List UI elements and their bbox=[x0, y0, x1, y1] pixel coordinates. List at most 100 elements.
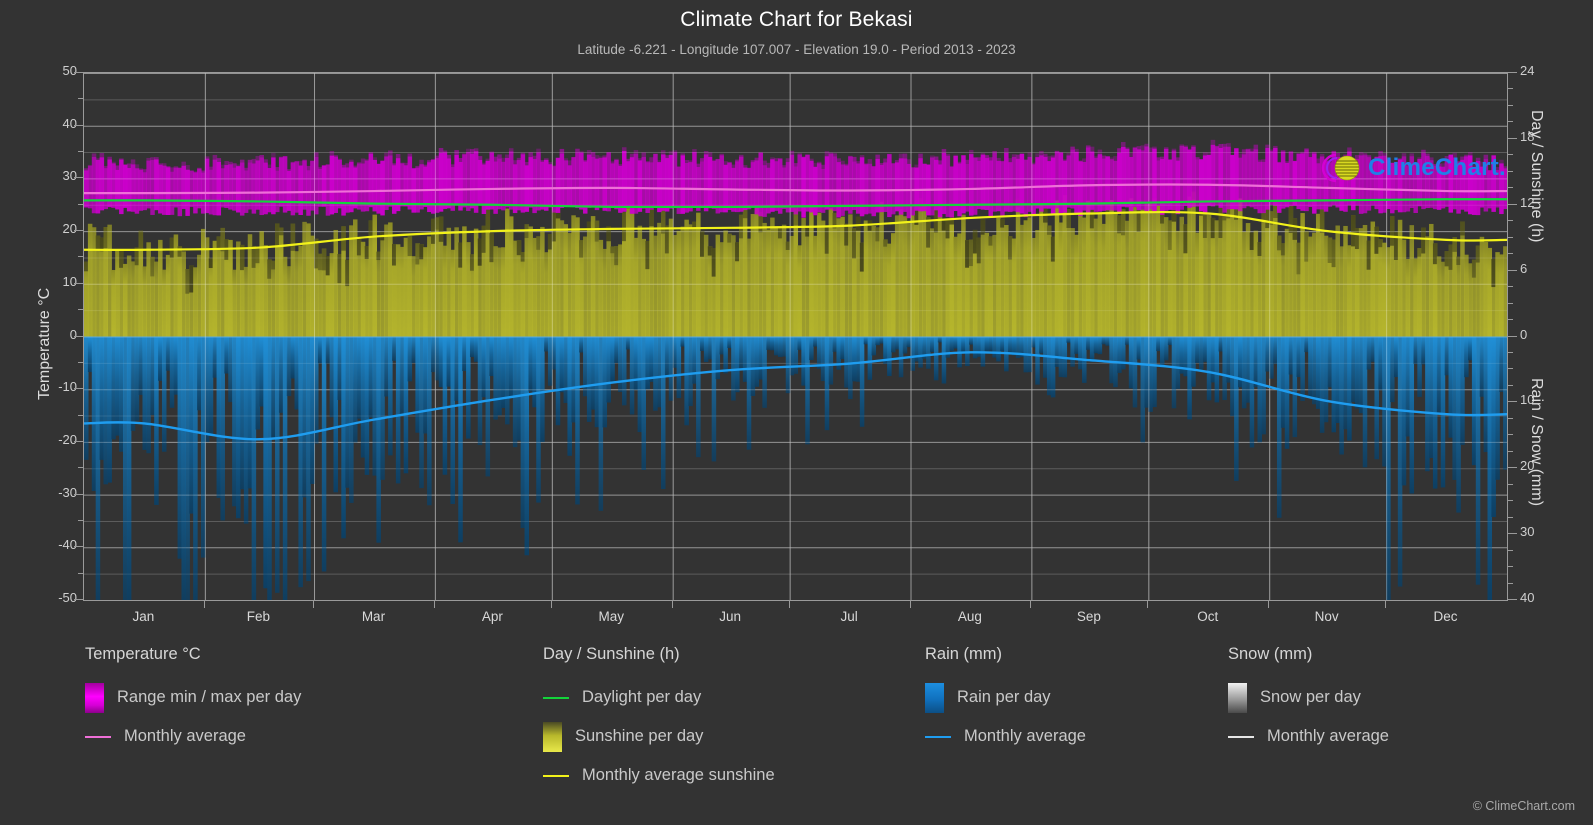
axis-tickmark bbox=[909, 601, 911, 608]
legend-item-label: Monthly average bbox=[964, 727, 1086, 745]
axis-tickmark bbox=[1508, 516, 1513, 518]
axis-tickmark bbox=[1268, 601, 1270, 608]
axis-tickmark bbox=[1508, 236, 1513, 238]
axis-tickmark bbox=[78, 203, 83, 205]
axis-tickmark bbox=[74, 546, 83, 548]
x-tick-oct: Oct bbox=[1197, 609, 1219, 624]
left-tick-10: 10 bbox=[62, 273, 77, 289]
page-subtitle: Latitude -6.221 - Longitude 107.007 - El… bbox=[577, 42, 1016, 57]
x-tick-feb: Feb bbox=[246, 609, 271, 624]
legend-swatch-line-icon bbox=[85, 735, 111, 738]
axis-tickmark bbox=[1508, 72, 1517, 73]
legend-item[interactable]: Sunshine per day bbox=[543, 717, 775, 756]
axis-tickmark bbox=[74, 282, 83, 284]
axis-tickmark bbox=[1508, 302, 1513, 304]
legend-item-label: Monthly average bbox=[1267, 727, 1389, 745]
axis-tickmark bbox=[1508, 450, 1513, 452]
axis-tickmark bbox=[74, 493, 83, 495]
axis-tickmark bbox=[1508, 549, 1513, 551]
legend-swatch-gradient-icon bbox=[85, 682, 104, 713]
right-tick-day-0: 0 bbox=[1520, 326, 1528, 342]
chart-canvas bbox=[84, 73, 1507, 600]
axis-tickmark bbox=[1508, 500, 1513, 502]
legend-swatch-line-icon bbox=[925, 735, 951, 738]
axis-tickmark bbox=[550, 601, 552, 608]
legend-item[interactable]: Range min / max per day bbox=[85, 678, 301, 717]
legend-item-label: Sunshine per day bbox=[575, 727, 704, 745]
axis-tickmark bbox=[1508, 137, 1517, 139]
x-tick-dec: Dec bbox=[1433, 609, 1458, 624]
x-tick-jan: Jan bbox=[132, 609, 155, 624]
legend-item[interactable]: Daylight per day bbox=[543, 678, 775, 717]
left-tick-30: 30 bbox=[62, 168, 77, 184]
axis-tickmark bbox=[78, 414, 83, 416]
legend-item[interactable]: Monthly average bbox=[925, 717, 1086, 756]
axis-tickmark bbox=[203, 601, 205, 608]
axis-tickmark bbox=[671, 601, 673, 608]
axis-tickmark bbox=[1030, 601, 1032, 608]
axis-tickmark bbox=[1508, 533, 1517, 535]
axis-tickmark bbox=[1508, 434, 1513, 436]
axis-tickmark bbox=[74, 230, 83, 232]
axis-tickmark bbox=[1508, 104, 1513, 106]
legend-column-title: Temperature °C bbox=[85, 645, 201, 663]
x-tick-nov: Nov bbox=[1314, 609, 1339, 624]
axis-tickmark bbox=[74, 440, 83, 442]
legend-item[interactable]: Monthly average sunshine bbox=[543, 756, 775, 795]
legend-item[interactable]: Monthly average bbox=[85, 717, 301, 756]
left-tick--50: -50 bbox=[58, 590, 77, 605]
legend-swatch-gradient-icon bbox=[925, 682, 944, 713]
right-tick-day-6: 6 bbox=[1520, 260, 1528, 276]
left-tick--20: -20 bbox=[58, 431, 77, 447]
axis-tickmark bbox=[1508, 286, 1513, 288]
chart-plot-area: ClimeChart.com Cl bbox=[83, 72, 1508, 601]
axis-tickmark bbox=[1508, 582, 1513, 584]
x-tick-sep: Sep bbox=[1076, 609, 1101, 624]
axis-tickmark bbox=[788, 601, 790, 608]
axis-tickmark bbox=[78, 151, 83, 153]
axis-tickmark bbox=[74, 599, 83, 600]
axis-tickmark bbox=[74, 335, 83, 337]
axis-tickmark bbox=[1147, 601, 1149, 608]
axis-tickmark bbox=[1508, 483, 1513, 485]
right-tick-rain-30: 30 bbox=[1520, 524, 1535, 540]
watermark-logo-top: ClimeChart.com bbox=[1316, 151, 1507, 185]
axis-tickmark bbox=[1508, 335, 1517, 337]
axis-tickmark bbox=[1508, 566, 1513, 568]
legend-column-snow-mm: Snow (mm) Snow per day Monthly average bbox=[1228, 645, 1389, 756]
axis-tickmark bbox=[1508, 417, 1513, 419]
legend-item-label: Daylight per day bbox=[582, 688, 702, 706]
axis-tickmark bbox=[313, 601, 315, 608]
axis-tickmark bbox=[74, 177, 83, 179]
axis-tickmark bbox=[1508, 467, 1517, 469]
legend-item[interactable]: Monthly average bbox=[1228, 717, 1389, 756]
legend-item[interactable]: Snow per day bbox=[1228, 678, 1389, 717]
axis-tickmark bbox=[1508, 121, 1513, 123]
x-tick-aug: Aug bbox=[957, 609, 982, 624]
left-axis-title: Temperature °C bbox=[36, 287, 53, 400]
legend-swatch-gradient-icon bbox=[543, 721, 562, 752]
right-tick-day-24: 24 bbox=[1520, 63, 1535, 78]
axis-tickmark bbox=[74, 124, 83, 126]
legend-item[interactable]: Rain per day bbox=[925, 678, 1086, 717]
axis-tickmark bbox=[74, 388, 83, 390]
legend-column-day-sunshine-h: Day / Sunshine (h) Daylight per day Sunshi… bbox=[543, 645, 775, 795]
axis-tickmark bbox=[1508, 368, 1513, 370]
x-tick-mar: Mar bbox=[361, 609, 386, 624]
axis-tickmark bbox=[1508, 154, 1513, 156]
legend-swatch-line-icon bbox=[543, 696, 569, 699]
axis-tickmark bbox=[1508, 401, 1517, 403]
gridlines-overlay bbox=[84, 73, 1507, 600]
right-axis-title-rain-snow: Rain / Snow (mm) bbox=[1528, 378, 1545, 507]
axis-tickmark bbox=[1508, 187, 1513, 189]
axis-tickmark bbox=[78, 519, 83, 521]
copyright-notice: © ClimeChart.com bbox=[1472, 799, 1575, 813]
axis-tickmark bbox=[78, 309, 83, 311]
chart-legend: Temperature °C Range min / max per day Mon… bbox=[0, 645, 1593, 815]
axis-tickmark bbox=[74, 72, 83, 73]
legend-item-label: Monthly average sunshine bbox=[582, 766, 775, 784]
left-tick-50: 50 bbox=[62, 63, 77, 78]
axis-tickmark bbox=[1508, 203, 1517, 205]
page-title: Climate Chart for Bekasi bbox=[680, 8, 913, 31]
legend-column-title: Snow (mm) bbox=[1228, 645, 1313, 663]
